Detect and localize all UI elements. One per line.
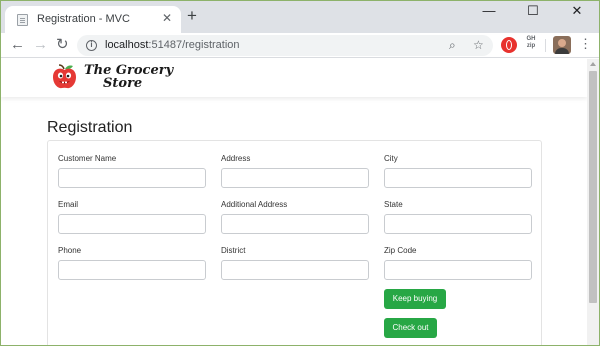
site-header: The Grocery Store xyxy=(1,59,587,97)
url-text[interactable]: localhost:51487/registration xyxy=(105,39,240,51)
zip-code-input[interactable] xyxy=(384,260,532,280)
district-label: District xyxy=(221,246,246,255)
url-host: localhost xyxy=(105,39,149,51)
additional-address-label: Additional Address xyxy=(221,200,288,209)
address-label: Address xyxy=(221,154,251,163)
toolbar-divider xyxy=(545,39,546,52)
opera-extension-icon[interactable] xyxy=(501,37,517,53)
page-icon xyxy=(17,14,28,26)
maximize-button[interactable]: ☐ xyxy=(511,3,555,21)
keep-buying-button[interactable]: Keep buying xyxy=(384,289,446,309)
bookmark-star-icon[interactable]: ☆ xyxy=(473,38,484,52)
tab-title: Registration - MVC xyxy=(37,13,130,25)
phone-input[interactable] xyxy=(58,260,206,280)
check-out-button[interactable]: Check out xyxy=(384,318,437,338)
url-path: :51487/registration xyxy=(148,39,240,51)
page-scrollbar[interactable] xyxy=(587,59,599,345)
tab-close-icon[interactable]: ✕ xyxy=(162,11,172,25)
email-label: Email xyxy=(58,200,79,209)
scroll-up-arrow-icon[interactable] xyxy=(590,62,596,66)
customer-name-label: Customer Name xyxy=(58,154,117,163)
close-window-button[interactable]: ✕ xyxy=(555,3,599,21)
menu-icon[interactable]: ⋮ xyxy=(579,36,592,52)
scrollbar-thumb[interactable] xyxy=(589,71,597,303)
zoom-icon[interactable]: ⌕ xyxy=(449,38,456,52)
browser-toolbar: ← → ↻ i localhost:51487/registration ⌕ ☆… xyxy=(1,33,599,58)
address-bar[interactable]: i localhost:51487/registration ⌕ ☆ xyxy=(77,35,493,56)
state-input[interactable] xyxy=(384,214,532,234)
back-button[interactable]: ← xyxy=(10,36,25,54)
state-label: State xyxy=(384,200,403,209)
additional-address-input[interactable] xyxy=(221,214,369,234)
profile-avatar[interactable] xyxy=(553,36,571,54)
page-title: Registration xyxy=(47,119,133,136)
district-input[interactable] xyxy=(221,260,369,280)
browser-window: Registration - MVC ✕ + — ☐ ✕ ← → ↻ i loc… xyxy=(0,0,600,346)
gh-zip-extension-icon[interactable]: GH zip xyxy=(523,36,539,52)
site-logo[interactable]: The Grocery Store xyxy=(84,64,173,90)
apple-logo-icon[interactable] xyxy=(51,63,78,90)
info-icon[interactable]: i xyxy=(86,40,97,51)
browser-tab[interactable]: Registration - MVC ✕ xyxy=(5,6,181,33)
reload-button[interactable]: ↻ xyxy=(56,36,69,54)
minimize-button[interactable]: — xyxy=(467,3,511,21)
city-label: City xyxy=(384,154,398,163)
customer-name-input[interactable] xyxy=(58,168,206,188)
phone-label: Phone xyxy=(58,246,82,255)
zip-code-label: Zip Code xyxy=(384,246,417,255)
new-tab-button[interactable]: + xyxy=(187,7,197,25)
logo-line-2: Store xyxy=(103,76,143,91)
address-input[interactable] xyxy=(221,168,369,188)
forward-button[interactable]: → xyxy=(33,36,48,54)
city-input[interactable] xyxy=(384,168,532,188)
email-input[interactable] xyxy=(58,214,206,234)
tab-strip: Registration - MVC ✕ + — ☐ ✕ xyxy=(1,1,599,33)
page-viewport: The Grocery Store Registration Customer … xyxy=(1,59,587,345)
